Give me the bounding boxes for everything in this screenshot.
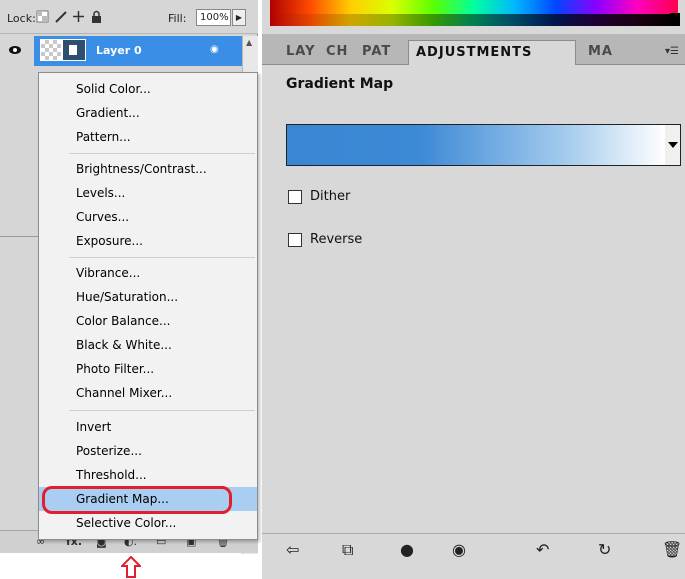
trash-icon[interactable]: 🗑	[662, 540, 682, 559]
move-icon[interactable]	[72, 10, 85, 23]
gradient-dropdown-button[interactable]	[665, 124, 681, 166]
reset-icon[interactable]: ↻	[598, 540, 611, 559]
tab-paths[interactable]: PAT	[362, 40, 391, 65]
menu-item-posterize[interactable]: Posterize...	[39, 439, 257, 463]
menu-item-exposure[interactable]: Exposure...	[39, 229, 257, 253]
menu-item-curves[interactable]: Curves...	[39, 205, 257, 229]
tab-channels[interactable]: CH	[326, 40, 348, 65]
layer-thumbnail	[40, 39, 62, 61]
layer-name: Layer 0	[96, 44, 142, 57]
chevron-down-icon	[668, 142, 678, 148]
menu-item-invert[interactable]: Invert	[39, 415, 257, 439]
annotation-up-arrow-icon	[121, 556, 141, 578]
gradient-preview[interactable]	[286, 124, 666, 166]
dither-label: Dither	[310, 189, 351, 204]
reset-previous-icon[interactable]: ↶	[536, 540, 549, 559]
menu-item-color-balance[interactable]: Color Balance...	[39, 309, 257, 333]
layer-row[interactable]: Layer 0 ◉	[0, 36, 258, 66]
adjustments-panel: LAY CH PAT ADJUSTMENTS MA ▾☰ Gradient Ma…	[262, 0, 685, 579]
menu-item-threshold[interactable]: Threshold...	[39, 463, 257, 487]
menu-item-pattern[interactable]: Pattern...	[39, 125, 257, 149]
adjustment-layer-menu: Solid Color... Gradient... Pattern... Br…	[38, 72, 258, 540]
menu-item-channel-mixer[interactable]: Channel Mixer...	[39, 381, 257, 405]
menu-item-black-white[interactable]: Black & White...	[39, 333, 257, 357]
lock-bar: Lock: Fill: 100% ▶	[0, 0, 258, 34]
brush-icon[interactable]	[54, 10, 67, 23]
back-arrow-icon[interactable]: ⇦	[286, 540, 299, 559]
annotation-highlight-oval	[42, 486, 232, 514]
menu-separator	[69, 410, 255, 411]
eye-icon[interactable]	[8, 44, 22, 58]
view-previous-icon[interactable]: ◉	[452, 540, 466, 559]
clip-to-layer-icon[interactable]: ⧉	[342, 540, 353, 560]
dither-checkbox[interactable]	[288, 190, 302, 204]
menu-item-hue-saturation[interactable]: Hue/Saturation...	[39, 285, 257, 309]
reverse-label: Reverse	[310, 232, 363, 247]
menu-item-photo-filter[interactable]: Photo Filter...	[39, 357, 257, 381]
panel-tab-bar: LAY CH PAT ADJUSTMENTS MA ▾☰	[262, 34, 685, 65]
tab-masks[interactable]: MA	[588, 40, 613, 65]
screenshot: Lock: Fill: 100% ▶ Layer 0 ◉ ▲ ∞ fx. ◙ ◐…	[0, 0, 685, 579]
panel-menu-icon[interactable]: ▾☰	[665, 46, 679, 57]
menu-item-solid-color[interactable]: Solid Color...	[39, 77, 257, 101]
layer-selected-background: Layer 0 ◉	[34, 36, 242, 66]
reverse-checkbox[interactable]	[288, 233, 302, 247]
adjustment-title: Gradient Map	[286, 76, 394, 92]
fill-label: Fill:	[168, 12, 187, 25]
tab-adjustments[interactable]: ADJUSTMENTS	[408, 40, 576, 65]
menu-separator	[69, 257, 255, 258]
lock-transparent-icon[interactable]	[36, 10, 49, 23]
fill-arrow-icon[interactable]: ▶	[232, 9, 246, 26]
lock-icon[interactable]	[90, 10, 103, 23]
fill-input[interactable]: 100%	[196, 9, 231, 26]
lock-label: Lock:	[7, 12, 36, 25]
tab-layers[interactable]: LAY	[286, 40, 316, 65]
menu-separator	[69, 153, 255, 154]
adjustments-bottom-toolbar: ⇦ ⧉ ● ◉ ↶ ↻ 🗑	[262, 533, 685, 563]
menu-item-brightness-contrast[interactable]: Brightness/Contrast...	[39, 157, 257, 181]
layer-style-icon: ◉	[210, 44, 219, 55]
layer-visibility-circle-icon[interactable]: ●	[400, 540, 414, 559]
menu-item-gradient[interactable]: Gradient...	[39, 101, 257, 125]
layer-mask-thumbnail	[62, 39, 86, 61]
scroll-up-icon[interactable]: ▲	[246, 38, 252, 47]
menu-item-levels[interactable]: Levels...	[39, 181, 257, 205]
menu-item-vibrance[interactable]: Vibrance...	[39, 261, 257, 285]
color-spectrum-bar[interactable]	[270, 0, 680, 26]
divider	[0, 236, 40, 237]
menu-item-selective-color[interactable]: Selective Color...	[39, 511, 257, 535]
